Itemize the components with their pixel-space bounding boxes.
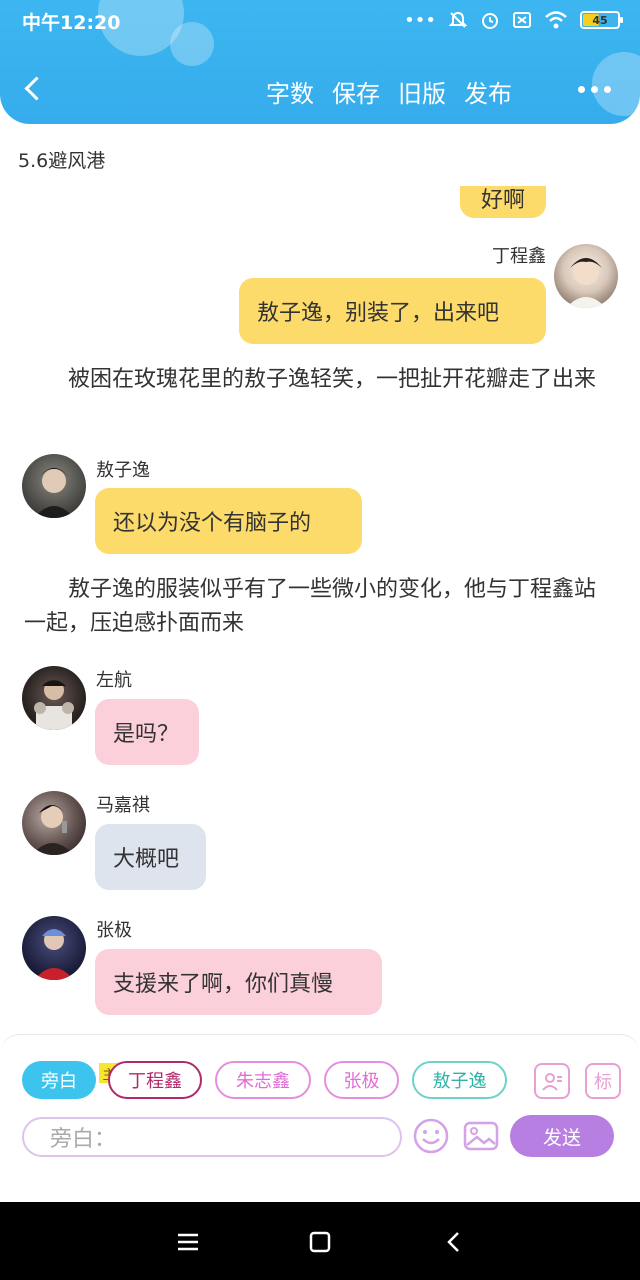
- sender-name: 张极: [96, 920, 132, 941]
- emoji-icon[interactable]: [412, 1117, 450, 1155]
- message-input[interactable]: 旁白：: [22, 1117, 402, 1157]
- message-bubble: 是吗？: [95, 699, 199, 765]
- tag-button[interactable]: 标: [585, 1063, 621, 1099]
- avatar[interactable]: [22, 454, 86, 518]
- role-chip-narration[interactable]: 旁白: [22, 1061, 96, 1099]
- wifi-icon: [545, 11, 567, 29]
- message-text: 好啊: [480, 188, 525, 213]
- battery-icon: 45: [580, 11, 623, 29]
- image-icon[interactable]: [462, 1117, 500, 1155]
- compose-panel: 旁白 主 丁程鑫 朱志鑫 张极 敖子逸 标 旁白： 发送: [0, 1034, 640, 1202]
- avatar[interactable]: [22, 791, 86, 855]
- alarm-icon: [482, 13, 498, 29]
- chat-area[interactable]: 好啊 丁程鑫 敖子逸，别装了，出来吧 被困在玫瑰花里的敖子逸轻笑，一把扯开花瓣走…: [0, 186, 640, 1032]
- menu-icon[interactable]: [174, 1228, 202, 1256]
- sim-icon: [513, 12, 531, 28]
- message-bubble: 支援来了啊，你们真慢: [95, 949, 382, 1015]
- message-bubble: 大概吧: [95, 824, 206, 890]
- publish-button[interactable]: 发布: [464, 74, 512, 109]
- old-version-button[interactable]: 旧版: [398, 74, 446, 109]
- role-chip-zhuzhixin[interactable]: 朱志鑫: [215, 1061, 311, 1099]
- message-text: 还以为没个有脑子的: [113, 511, 312, 536]
- message-text: 是吗？: [113, 722, 180, 747]
- role-chip-zhangji[interactable]: 张极: [324, 1061, 399, 1099]
- status-time: 中午12:20: [22, 12, 121, 34]
- chapter-title: 5.6避风港: [18, 150, 106, 172]
- nav-actions: 字数 保存 旧版 发布: [266, 74, 512, 109]
- message-bubble-cut: 好啊: [460, 186, 546, 218]
- message-bubble: 敖子逸，别装了，出来吧: [239, 278, 546, 344]
- sender-name: 敖子逸: [96, 460, 150, 481]
- avatar[interactable]: [22, 916, 86, 980]
- sender-name: 丁程鑫: [492, 246, 546, 267]
- message-bubble: 还以为没个有脑子的: [95, 488, 362, 554]
- sender-name: 马嘉祺: [96, 795, 150, 816]
- back-button[interactable]: [18, 72, 52, 106]
- narration-text: 敖子逸的服装似乎有了一些微小的变化，他与丁程鑫站一起，压迫感扑面而来: [24, 577, 597, 636]
- contact-card-icon[interactable]: [534, 1063, 570, 1099]
- narration-text: 被困在玫瑰花里的敖子逸轻笑，一把扯开花瓣走了出来: [68, 367, 597, 392]
- message-text: 敖子逸，别装了，出来吧: [257, 301, 500, 326]
- avatar[interactable]: [554, 244, 618, 308]
- sender-name: 左航: [96, 670, 132, 691]
- avatar[interactable]: [22, 666, 86, 730]
- mute-icon: [448, 11, 468, 28]
- word-count-button[interactable]: 字数: [266, 74, 314, 109]
- battery-text: 45: [592, 13, 608, 27]
- status-icons: ••• 45: [404, 7, 623, 33]
- role-chip-aoziyi[interactable]: 敖子逸: [412, 1061, 507, 1099]
- status-bar: 中午12:20 ••• 45: [0, 0, 640, 40]
- top-header: 中午12:20 ••• 45 字数 保存 旧版 发布: [0, 0, 640, 124]
- save-button[interactable]: 保存: [332, 74, 380, 109]
- message-text: 大概吧: [113, 847, 180, 872]
- home-icon[interactable]: [306, 1228, 334, 1256]
- system-nav-bar: [0, 1202, 640, 1280]
- more-dots-icon: •••: [404, 9, 436, 31]
- send-button[interactable]: 发送: [510, 1115, 614, 1157]
- more-horizontal-icon[interactable]: [570, 72, 618, 106]
- role-chip-dingchengxin[interactable]: 丁程鑫: [108, 1061, 202, 1099]
- message-text: 支援来了啊，你们真慢: [113, 972, 334, 997]
- nav-bar: 字数 保存 旧版 发布: [0, 60, 640, 118]
- back-icon[interactable]: [440, 1228, 468, 1256]
